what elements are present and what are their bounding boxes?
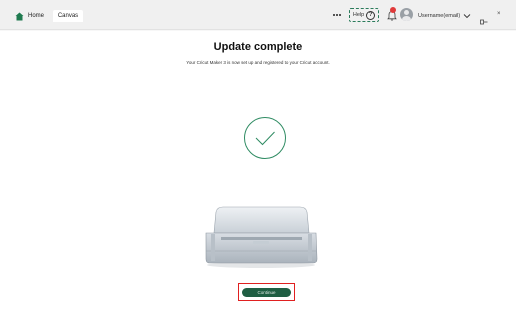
help-label: Help	[352, 12, 365, 18]
nav-home[interactable]: Home	[15, 10, 44, 22]
help-button[interactable]: Help ?	[349, 8, 379, 22]
home-icon	[15, 12, 24, 21]
avatar-icon[interactable]	[400, 8, 413, 21]
more-icon[interactable]	[333, 13, 343, 17]
close-icon[interactable]: ×	[497, 11, 501, 17]
user-menu[interactable]: Username(email)	[418, 10, 471, 21]
tab-canvas-label: Canvas	[57, 13, 79, 19]
pin-icon[interactable]	[480, 12, 488, 25]
top-bar: Home Canvas Help ? Username(email) ×	[0, 0, 516, 30]
nav-home-label: Home	[28, 13, 45, 19]
continue-button[interactable]: Continue	[242, 288, 291, 297]
check-icon	[243, 116, 287, 160]
user-name-label: Username(email)	[418, 12, 461, 19]
page-title: Update complete	[213, 41, 303, 53]
tab-canvas[interactable]: Canvas	[53, 10, 83, 22]
notification-badge	[390, 7, 396, 13]
chevron-down-icon	[463, 13, 471, 19]
cutting-machine-illustration	[203, 203, 320, 269]
page-subtitle: Your Cricut Maker 3 is now set up and re…	[186, 60, 330, 65]
help-icon: ?	[366, 10, 376, 20]
